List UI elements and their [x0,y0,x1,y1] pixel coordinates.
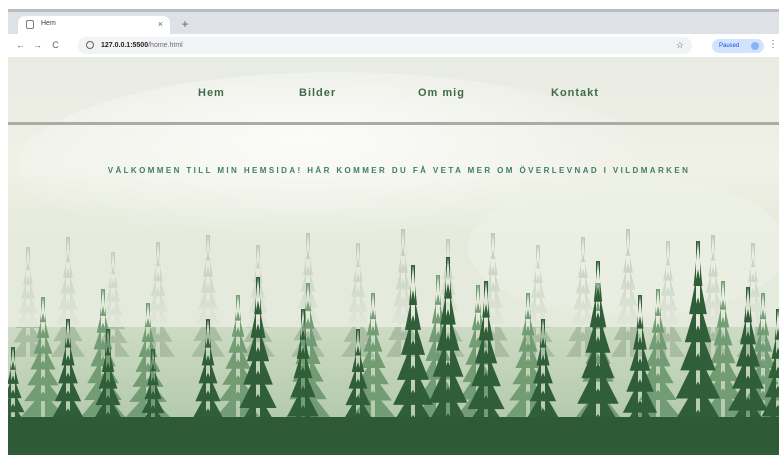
browser-toolbar: ← → C 127.0.0.1:5500/home.html ☆ Paused … [8,34,779,57]
reload-icon[interactable]: C [50,38,61,52]
nav-divider [8,122,779,125]
nav-link-bilder[interactable]: Bilder [299,86,336,100]
profile-status-label: Paused [719,43,740,49]
avatar [751,42,759,50]
site-navigation: Hem Bilder Om mig Kontakt [8,57,779,126]
site-info-icon[interactable] [86,41,94,49]
welcome-heading: VÄLKOMMEN TILL MIN HEMSIDA! HÄR KOMMER D… [107,166,691,176]
bookmark-star-icon[interactable]: ☆ [676,39,684,52]
tab-strip: Hem × + [8,12,779,34]
browser-chrome: Hem × + ← → C 127.0.0.1:5500/home.html ☆… [8,9,779,57]
address-bar[interactable]: 127.0.0.1:5500/home.html ☆ [78,37,692,54]
nav-link-hem[interactable]: Hem [198,86,225,100]
screen: Hem × + ← → C 127.0.0.1:5500/home.html ☆… [0,0,779,455]
profile-paused-button[interactable]: Paused [712,39,764,53]
nav-link-om-mig[interactable]: Om mig [418,86,465,100]
tab-title: Hem [41,20,56,27]
webpage: Hem Bilder Om mig Kontakt VÄLKOMMEN TILL… [8,57,779,455]
url-path: /home.html [148,42,183,49]
browser-tab-active[interactable]: Hem × [18,16,170,34]
back-icon[interactable]: ← [15,38,26,52]
url-host: 127.0.0.1:5500 [101,42,149,49]
kebab-menu-icon[interactable]: ⋮ [768,38,778,52]
page-icon [26,20,34,29]
forward-icon[interactable]: → [32,38,43,52]
url-text[interactable]: 127.0.0.1:5500/home.html [101,40,183,51]
close-icon[interactable]: × [158,18,163,30]
new-tab-icon[interactable]: + [178,17,192,31]
nav-link-kontakt[interactable]: Kontakt [551,86,599,100]
